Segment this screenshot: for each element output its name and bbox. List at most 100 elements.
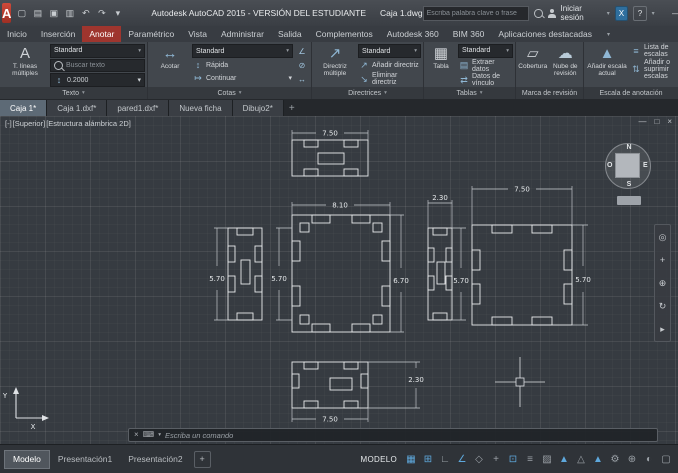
file-tab-nueva-ficha[interactable]: Nueva ficha (169, 100, 233, 116)
annotation-visibility-icon[interactable]: ▲ (556, 451, 572, 468)
command-line-close-icon[interactable]: × (134, 429, 139, 441)
grid-icon[interactable]: ▦ (403, 451, 419, 468)
panel-label-escala[interactable]: Escala de anotación (584, 87, 678, 99)
polar-tracking-icon[interactable]: ∠ (454, 451, 470, 468)
piece-divider[interactable] (427, 227, 453, 321)
command-prompt-text[interactable]: Escriba un comando (165, 431, 233, 440)
panel-label-tablas[interactable]: Tablas ▾ (424, 87, 515, 99)
extract-data-button[interactable]: ▤ Extraer datos (458, 59, 513, 73)
show-motion-icon[interactable]: ▸ (660, 324, 665, 334)
ucs-icon[interactable]: Y X (2, 387, 49, 431)
viewcube-menu[interactable] (617, 196, 641, 205)
annotation-scale-icon[interactable]: ▲ (590, 451, 606, 468)
ribbon-tab-vista[interactable]: Vista (181, 26, 214, 42)
piece-right-side[interactable] (471, 224, 573, 326)
multileader-button[interactable]: ↗ Directriz múltiple (314, 44, 356, 87)
panel-label-cotas[interactable]: Cotas ▾ (148, 87, 311, 99)
table-style-dropdown[interactable]: Standard ▾ (458, 44, 513, 58)
annotation-monitor-icon[interactable]: ⊕ (624, 451, 640, 468)
recent-commands-caret-icon[interactable]: ▾ (158, 432, 161, 438)
transparency-icon[interactable]: ▨ (539, 451, 555, 468)
pan-icon[interactable]: + (660, 255, 665, 265)
table-button[interactable]: ▦ Tabla (426, 44, 456, 87)
ribbon-tab-bim-360[interactable]: BIM 360 (446, 26, 492, 42)
remove-leader-button[interactable]: ↘ Eliminar directriz (358, 72, 421, 86)
add-remove-scales-button[interactable]: ⇅ Añadir o suprimir escalas (630, 59, 676, 80)
panel-label-texto[interactable]: Texto ▾ (0, 87, 147, 99)
ribbon-tab-anotar[interactable]: Anotar (82, 26, 122, 42)
dimensions[interactable]: 7.50 8.10 2.30 7.50 5.70 5.70 6.70 5.70 … (209, 130, 591, 424)
wipeout-button[interactable]: ▱ Cobertura (518, 44, 548, 87)
piece-bottom-lid[interactable] (291, 361, 369, 409)
ribbon-minimize-caret-icon[interactable]: ▾ (603, 26, 614, 42)
baseline-dimension-icon[interactable]: ↔ (295, 73, 309, 86)
file-tab-dibujo2[interactable]: Dibujo2* (232, 100, 284, 116)
viewcube-north[interactable]: N (626, 144, 631, 151)
help-icon[interactable]: ? (633, 5, 647, 21)
layout-tab-presentaci-n2[interactable]: Presentación2 (120, 450, 190, 469)
file-tab-pared1-dxf[interactable]: pared1.dxf* (107, 100, 170, 116)
data-link-button[interactable]: ⇄ Datos de vínculo (458, 73, 513, 87)
ribbon-tab-salida[interactable]: Salida (271, 26, 309, 42)
plot-icon[interactable]: ▥ (62, 6, 77, 21)
snap-icon[interactable]: ⊞ (420, 451, 436, 468)
viewcube-top-face[interactable] (615, 153, 640, 178)
steering-wheel-icon[interactable]: ◎ (659, 232, 667, 242)
file-tab-caja-1[interactable]: Caja 1* (0, 100, 48, 116)
model-space-button[interactable]: MODELO (361, 455, 397, 464)
new-drawing-tab-button[interactable]: + (284, 100, 300, 116)
viewport-view-control[interactable]: [Superior] (13, 119, 46, 128)
text-height-field[interactable]: ↕ 0.2000 ▾ (50, 73, 145, 87)
new-file-icon[interactable]: ▢ (14, 6, 29, 21)
orbit-icon[interactable]: ↻ (659, 301, 667, 311)
panel-label-directrices[interactable]: Directrices ▾ (312, 87, 423, 99)
viewcube-south[interactable]: S (627, 181, 632, 188)
viewcube[interactable]: N E S O (598, 136, 660, 208)
text-style-dropdown[interactable]: Standard ▾ (50, 44, 145, 58)
mtext-button[interactable]: A T. líneas múltiples (2, 44, 48, 87)
ribbon-tab-inserci-n[interactable]: Inserción (34, 26, 83, 42)
revision-cloud-button[interactable]: ☁ Nube de revisión (550, 44, 581, 87)
add-current-scale-button[interactable]: ▲ Añadir escala actual (586, 44, 628, 87)
clean-screen-icon[interactable]: ▢ (658, 451, 674, 468)
zoom-icon[interactable]: ⊕ (659, 278, 667, 288)
find-text-field[interactable] (50, 58, 145, 73)
redo-icon[interactable]: ↷ (94, 6, 109, 21)
sign-in-caret-icon[interactable]: ▾ (607, 10, 610, 17)
piece-left-side[interactable] (227, 227, 263, 321)
drawing-close-button[interactable]: × (667, 117, 672, 126)
dim-style-dropdown[interactable]: Standard ▾ (192, 44, 293, 58)
isolate-objects-icon[interactable]: ◐ (641, 451, 657, 468)
piece-front-panel[interactable] (291, 214, 391, 333)
continue-dimension-button[interactable]: ↦ Continuar ▾ (192, 72, 293, 84)
minimize-button[interactable]: — (666, 4, 678, 22)
ortho-icon[interactable]: ∟ (437, 451, 453, 468)
command-line[interactable]: × ⌨ ▾ Escriba un comando (128, 428, 658, 442)
undo-icon[interactable]: ↶ (78, 6, 93, 21)
viewport-visual-style-control[interactable]: [Estructura alámbrica 2D] (46, 119, 131, 128)
search-icon[interactable] (534, 8, 543, 18)
new-layout-button[interactable]: + (193, 450, 211, 468)
viewport-menu-control[interactable]: [-] (5, 119, 12, 128)
object-snap-icon[interactable]: ⊡ (505, 451, 521, 468)
ribbon-tab-administrar[interactable]: Administrar (214, 26, 271, 42)
app-menu-button[interactable]: A (2, 3, 12, 23)
ribbon-tab-complementos[interactable]: Complementos (309, 26, 380, 42)
diameter-dimension-icon[interactable]: ⊘ (295, 59, 309, 72)
autoscale-icon[interactable]: △ (573, 451, 589, 468)
drawing-restore-button[interactable]: □ (654, 117, 659, 126)
isodraft-icon[interactable]: ◇ (471, 451, 487, 468)
angular-dimension-icon[interactable]: ∠ (295, 45, 309, 58)
piece-top-lid[interactable] (291, 139, 369, 177)
drawing-minimize-button[interactable]: — (638, 117, 646, 126)
quick-access-caret-icon[interactable]: ▾ (110, 6, 125, 21)
viewcube-east[interactable]: E (643, 162, 648, 169)
help-search-input[interactable] (422, 5, 530, 21)
object-snap-tracking-icon[interactable]: + (488, 451, 504, 468)
ribbon-tab-aplicaciones-destacadas[interactable]: Aplicaciones destacadas (491, 26, 599, 42)
keyboard-icon[interactable]: ⌨ (143, 429, 155, 441)
lineweight-icon[interactable]: ≡ (522, 451, 538, 468)
add-leader-button[interactable]: ↗ Añadir directriz (358, 59, 421, 71)
find-text-input[interactable] (66, 62, 141, 69)
panel-label-marcas[interactable]: Marca de revisión (516, 87, 583, 99)
